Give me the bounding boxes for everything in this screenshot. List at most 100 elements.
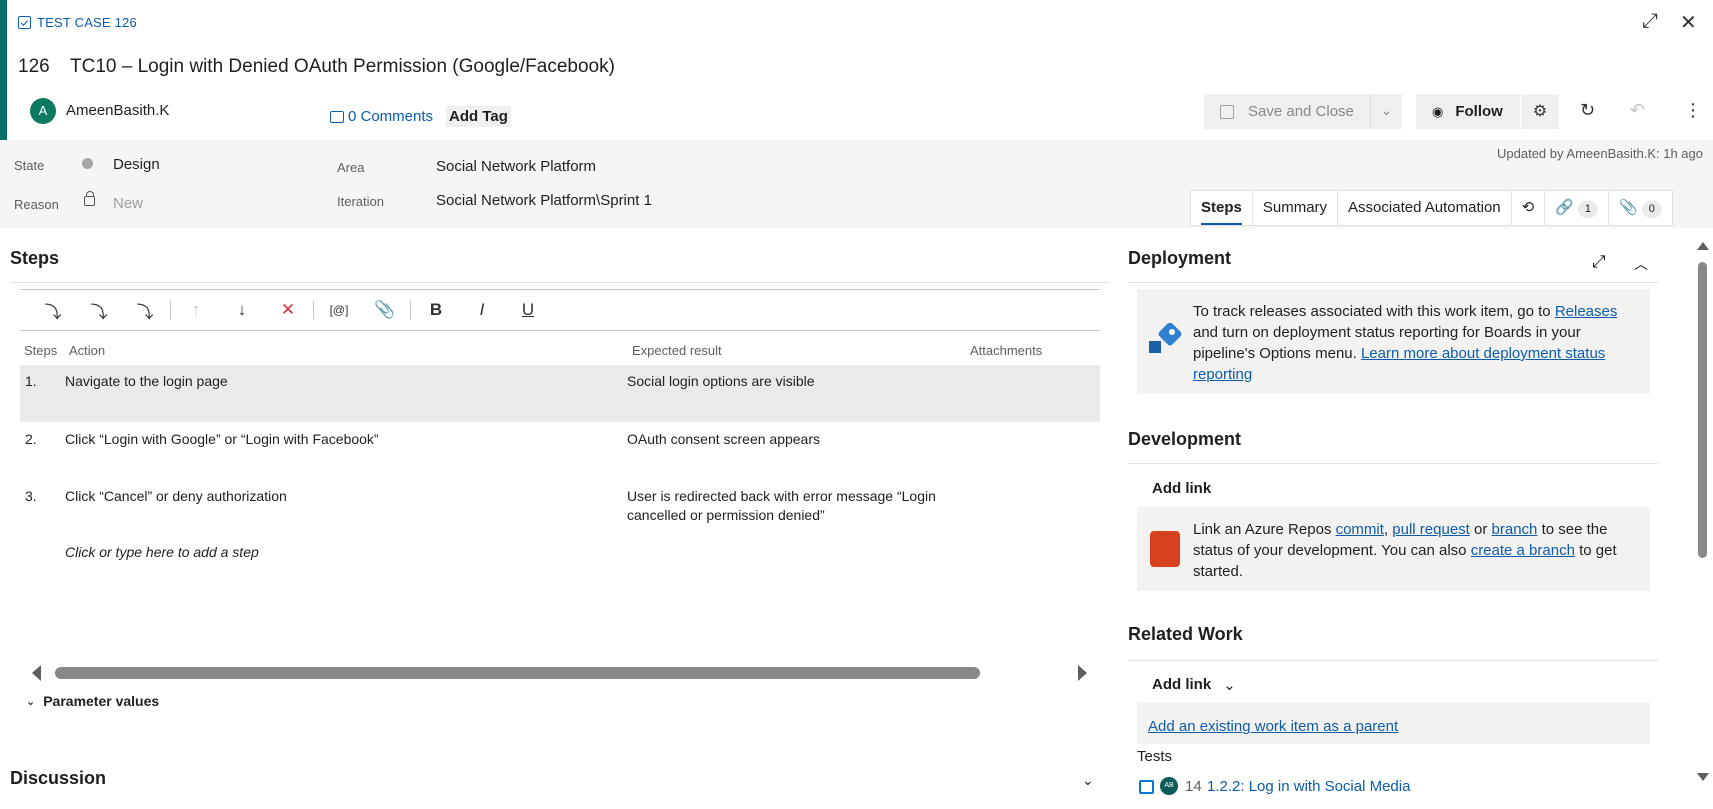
commit-link[interactable]: commit (1336, 521, 1384, 538)
toolbar-separator (313, 301, 314, 319)
tab-links[interactable]: 🔗 1 (1545, 191, 1610, 225)
step-expected[interactable]: OAuth consent screen appears (627, 430, 957, 449)
azure-repos-icon (1150, 531, 1180, 567)
bold-icon[interactable]: B (413, 300, 459, 320)
area-field[interactable]: Social Network Platform (436, 158, 596, 175)
scroll-down-icon[interactable] (1697, 773, 1709, 781)
development-section-title: Development (1128, 429, 1242, 449)
add-step-placeholder[interactable]: Click or type here to add a step (65, 544, 259, 560)
related-work-add-link[interactable]: Add link ⌄ (1152, 676, 1236, 694)
insert-parameter-icon[interactable]: [@] (316, 303, 362, 317)
table-row[interactable]: 2. Click “Login with Google” or “Login w… (20, 424, 1100, 480)
undo-icon[interactable]: ↶ (1630, 100, 1645, 121)
deployment-info: To track releases associated with this w… (1137, 289, 1650, 394)
tests-group-label: Tests (1137, 748, 1173, 765)
step-expected[interactable]: User is redirected back with error messa… (627, 487, 957, 525)
table-row[interactable]: 3. Click “Cancel” or deny authorization … (20, 481, 1100, 537)
test-case-icon (18, 16, 31, 29)
area-label: Area (337, 160, 365, 175)
scroll-left-icon[interactable] (32, 665, 41, 681)
iteration-field[interactable]: Social Network Platform\Sprint 1 (436, 192, 652, 209)
lock-icon (84, 191, 95, 206)
releases-link[interactable]: Releases (1555, 303, 1618, 320)
settings-gear-icon[interactable]: ⚙ (1521, 94, 1559, 129)
scroll-up-icon[interactable] (1697, 242, 1709, 250)
save-options-dropdown[interactable]: ⌄ (1370, 94, 1402, 129)
development-info: Link an Azure Repos commit, pull request… (1137, 507, 1650, 591)
state-indicator-icon (82, 158, 93, 169)
horizontal-scrollbar-thumb[interactable] (55, 667, 980, 679)
step-number: 3. (25, 488, 37, 504)
add-tag-button[interactable]: Add Tag (446, 106, 511, 127)
related-test-link[interactable]: 1.2.2: Log in with Social Media (1207, 778, 1410, 795)
create-shared-steps-icon[interactable]: ⤵ (122, 298, 168, 323)
updated-by[interactable]: Updated by AmeenBasith.K: 1h ago (1497, 146, 1703, 161)
test-plan-icon (1139, 780, 1154, 794)
work-item-type-label: TEST CASE 126 (18, 15, 137, 30)
column-header-expected: Expected result (632, 343, 722, 358)
italic-icon[interactable]: I (459, 300, 505, 320)
chevron-down-icon[interactable]: ⌄ (1082, 772, 1094, 789)
eye-icon: ◉ (1432, 103, 1444, 119)
steps-toolbar: ⤵ ⤵ ⤵ ↑ ↓ ✕ [@] 📎 B I U (20, 289, 1100, 331)
chevron-up-icon[interactable]: ︿ (1634, 254, 1648, 274)
underline-icon[interactable]: U (505, 300, 551, 320)
tab-associated-automation[interactable]: Associated Automation (1338, 191, 1512, 225)
steps-section-title: Steps (10, 248, 60, 268)
related-work-section-title: Related Work (1128, 624, 1243, 644)
vertical-scrollbar-thumb[interactable] (1698, 262, 1707, 558)
add-existing-parent-link[interactable]: Add an existing work item as a parent (1148, 718, 1398, 735)
step-number: 2. (25, 431, 37, 447)
comment-icon (330, 110, 344, 123)
divider (1128, 660, 1658, 661)
create-branch-link[interactable]: create a branch (1471, 542, 1575, 559)
chevron-down-icon: ⌄ (26, 695, 36, 708)
step-expected[interactable]: Social login options are visible (627, 372, 957, 391)
column-header-attachments: Attachments (970, 343, 1043, 358)
tab-attachments[interactable]: 📎 0 (1609, 191, 1672, 225)
state-label: State (14, 158, 45, 173)
insert-shared-steps-icon[interactable]: ⤵ (76, 298, 122, 323)
tab-summary[interactable]: Summary (1253, 191, 1339, 225)
tab-steps[interactable]: Steps (1191, 191, 1253, 225)
refresh-icon[interactable]: ↻ (1580, 100, 1595, 121)
expand-icon[interactable]: ⤢ (1592, 252, 1606, 272)
delete-step-icon[interactable]: ✕ (265, 300, 311, 320)
close-icon[interactable]: ✕ (1680, 10, 1697, 35)
add-parent-box: Add an existing work item as a parent (1137, 702, 1650, 744)
move-down-icon[interactable]: ↓ (219, 300, 265, 320)
reason-field[interactable]: New (113, 195, 143, 212)
insert-step-icon[interactable]: ⤵ (30, 298, 76, 323)
work-item-title[interactable]: TC10 – Login with Denied OAuth Permissio… (70, 56, 615, 78)
link-icon: 🔗 (1555, 199, 1574, 216)
state-field[interactable]: Design (113, 156, 160, 173)
step-action[interactable]: Click “Login with Google” or “Login with… (65, 430, 379, 449)
parameter-values-toggle[interactable]: ⌄ Parameter values (26, 693, 159, 709)
step-action[interactable]: Click “Cancel” or deny authorization (65, 487, 287, 506)
attachments-count-badge: 0 (1641, 201, 1662, 218)
related-test-id: 14 (1185, 778, 1202, 795)
column-header-steps: Steps (24, 343, 58, 358)
iteration-label: Iteration (337, 194, 384, 209)
tab-history[interactable]: ⟲ (1512, 191, 1546, 225)
comments-link[interactable]: 0 Comments (330, 108, 433, 125)
avatar: AB (1160, 777, 1178, 795)
expand-icon[interactable]: ⤢ (1642, 10, 1658, 33)
pull-request-link[interactable]: pull request (1392, 521, 1470, 538)
branch-link[interactable]: branch (1492, 521, 1538, 538)
move-up-icon[interactable]: ↑ (173, 300, 219, 320)
work-item-color-bar (0, 0, 7, 140)
work-item-id: 126 (18, 56, 50, 77)
table-row[interactable]: 1. Navigate to the login page Social log… (20, 365, 1100, 422)
step-action[interactable]: Navigate to the login page (65, 372, 228, 391)
links-count-badge: 1 (1577, 201, 1599, 218)
development-add-link[interactable]: Add link (1152, 480, 1211, 497)
assigned-to[interactable]: AmeenBasith.K (66, 102, 169, 119)
attachment-icon[interactable]: 📎 (362, 300, 408, 320)
toolbar-separator (170, 301, 171, 319)
follow-button[interactable]: ◉ Follow (1416, 94, 1520, 129)
column-header-action: Action (69, 343, 106, 358)
more-actions-icon[interactable]: ⋮ (1684, 100, 1702, 121)
deployment-rocket-icon (1149, 323, 1182, 353)
scroll-right-icon[interactable] (1078, 665, 1087, 681)
